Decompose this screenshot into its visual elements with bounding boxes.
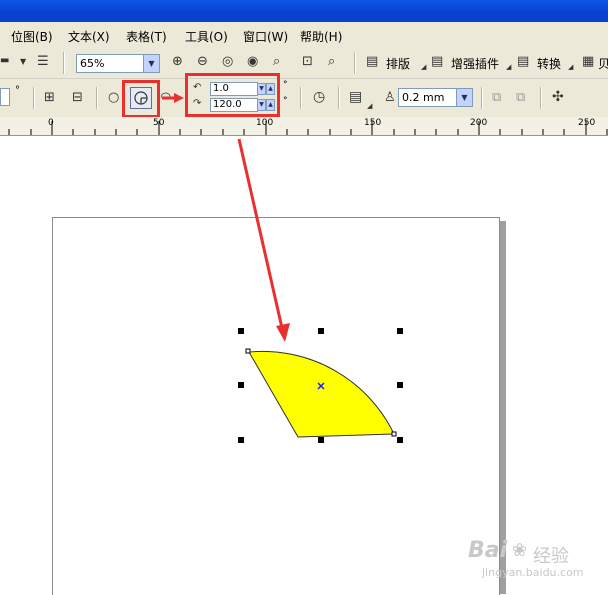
start-angle-degree: ° [283,80,288,90]
to-front-icon: ⧉ [492,90,502,105]
angle-highlight-box [185,73,280,117]
selection-handle[interactable] [238,382,244,388]
toolbar-separator [63,52,65,74]
ruler-tick-label: 100 [256,118,274,128]
outline-width-value: 0.2 mm [402,91,445,104]
cut-icon: ▦ [582,54,595,69]
dropdown-arrow-icon[interactable]: ▼ [20,58,26,66]
window-title-bar [0,0,608,22]
chevron-down-icon: ▼ [143,55,159,72]
plugin-button[interactable]: 增强插件 [451,55,499,72]
cut-button[interactable]: 贝 [598,55,608,72]
zoom-width-icon[interactable]: ⌕ [328,55,335,68]
zoom-fit-icon[interactable]: ◎ [222,55,233,68]
menu-table[interactable]: 表格(T) [126,28,167,45]
dropdown-arrow-icon[interactable]: ◢ [568,64,573,71]
layout-button[interactable]: 排版 [386,55,410,72]
ellipse-icon[interactable]: ○ [108,91,119,104]
toolbar-separator [338,87,340,109]
zoom-in-icon[interactable]: ⊕ [172,55,183,68]
standard-toolbar: ▬ ▼ ☰ 65% ▼ ⊕ ⊖ ◎ ◉ ⌕ ⊡ ⌕ ▤ 排版 ◢ ▤ 增强插件 … [0,48,608,79]
to-back-icon: ⧉ [516,90,526,105]
layout-icon: ▤ [366,54,379,69]
toolbar-separator [33,87,35,109]
dropdown-arrow-icon[interactable]: ◢ [367,103,372,110]
menu-text[interactable]: 文本(X) [68,28,110,45]
watermark-url: jingyan.baidu.com [482,566,584,579]
ruler-tick-label: 150 [364,118,382,128]
toolbar-separator [540,87,542,109]
end-angle-degree: ° [283,96,288,106]
document-page[interactable] [52,217,500,595]
ruler-tick-label: 0 [48,118,54,128]
selection-handle[interactable] [318,328,324,334]
selection-handle[interactable] [397,437,403,443]
zoom-all-icon[interactable]: ⌕ [273,55,280,68]
ruler-tick-label: 50 [153,118,165,128]
toolbar-separator [354,52,356,74]
selection-handle[interactable] [397,382,403,388]
menu-bitmap[interactable]: 位图(B) [11,28,53,45]
menu-help[interactable]: 帮助(H) [300,28,342,45]
direction-toggle-icon[interactable]: ◷ [313,90,325,104]
selection-handle[interactable] [238,437,244,443]
menu-tools[interactable]: 工具(O) [185,28,228,45]
chevron-down-icon: ▼ [456,89,472,106]
selection-handle[interactable] [318,437,324,443]
arc-icon[interactable]: ◠ [160,91,171,104]
size-input[interactable] [0,88,10,106]
watermark-logo: Bai [468,538,508,563]
outline-width-select[interactable]: 0.2 mm ▼ [398,88,473,107]
dropdown-arrow-icon[interactable]: ◢ [421,64,426,71]
ruler-tick-label: 200 [470,118,488,128]
color-swatch-icon[interactable]: ▬ [0,56,9,66]
align-icon[interactable]: ☰ [37,55,49,68]
convert-icon: ▤ [517,54,530,69]
property-bar: ° ⊞ ⊟ ○ ◠ ↶ 1.0 ▼ ▲ ↷ 120.0 ▼ ▲ ° ° ◷ ▤ … [0,73,608,118]
pie-highlight-box [122,80,160,118]
outline-pen-icon: ♙ [384,90,396,105]
degree-unit-label: ° [15,85,20,96]
convert-to-curves-icon[interactable]: ✣ [552,90,564,104]
watermark-brand2: 经验 [533,546,569,567]
menu-window[interactable]: 窗口(W) [243,28,288,45]
horizontal-ruler: 0 50 100 150 200 250 [0,117,608,136]
menu-bar: 位图(B) 文本(X) 表格(T) 工具(O) 窗口(W) 帮助(H) [0,22,608,49]
convert-button[interactable]: 转换 [537,55,561,72]
mirror-vertical-icon[interactable]: ⊟ [72,91,83,104]
zoom-selected-icon[interactable]: ◉ [247,55,258,68]
dropdown-arrow-icon[interactable]: ◢ [506,64,511,71]
mirror-horizontal-icon[interactable]: ⊞ [44,91,55,104]
ruler-ticks [8,121,608,135]
watermark-paw-icon: ❀ [512,540,528,561]
toolbar-separator [300,87,302,109]
zoom-out-icon[interactable]: ⊖ [197,55,208,68]
toolbar-separator [96,87,98,109]
selection-handle[interactable] [397,328,403,334]
toolbar-separator [481,87,483,109]
zoom-value: 65% [80,57,105,70]
ruler-tick-label: 250 [578,118,596,128]
zoom-page-icon[interactable]: ⊡ [302,55,313,68]
plugin-icon: ▤ [431,54,444,69]
wrap-text-icon[interactable]: ▤ [349,90,362,104]
selection-handle[interactable] [238,328,244,334]
zoom-select[interactable]: 65% ▼ [76,54,160,73]
